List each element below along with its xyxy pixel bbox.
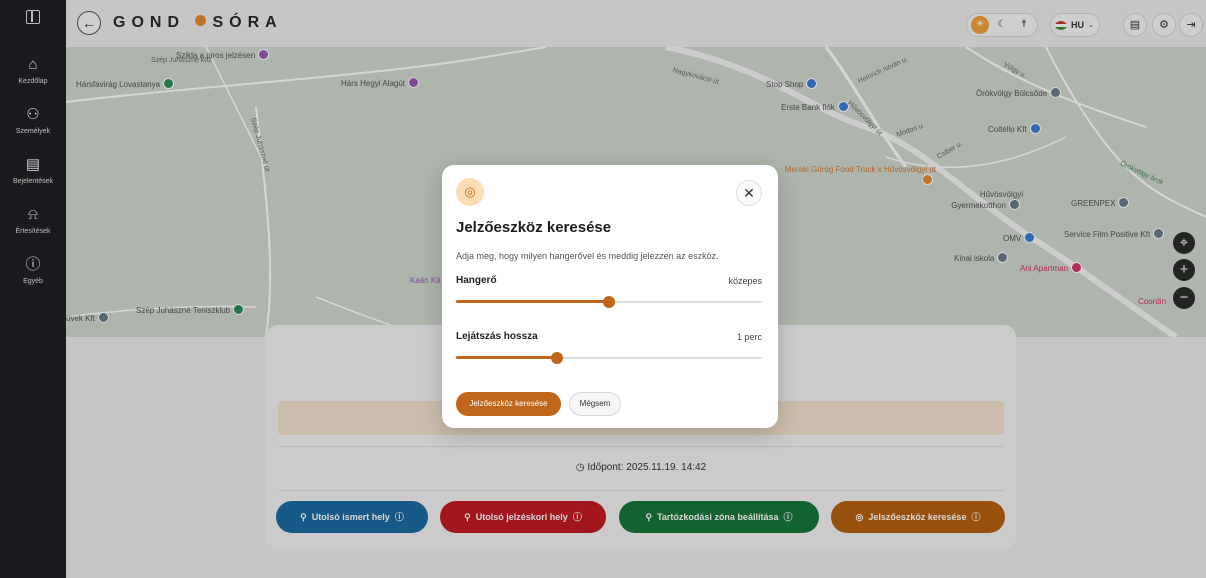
dialog-title: Jelzőeszköz keresése [456, 219, 612, 236]
dialog-description: Adja meg, hogy milyen hangerővel és medd… [456, 251, 719, 261]
volume-label: Hangerő [456, 275, 497, 286]
slider-fill [456, 300, 609, 303]
volume-value: közepes [728, 276, 762, 286]
find-device-confirm-button[interactable]: Jelzőeszköz keresése [456, 392, 561, 416]
duration-label: Lejátszás hossza [456, 331, 538, 342]
sound-icon: ◎ [456, 178, 484, 206]
close-icon: ✕ [743, 185, 755, 201]
cancel-button[interactable]: Mégsem [569, 392, 621, 416]
find-device-dialog: ◎ ✕ Jelzőeszköz keresése Adja meg, hogy … [442, 165, 778, 428]
close-button[interactable]: ✕ [736, 180, 762, 206]
app-root: Szikla a piros jelzésen Hárs Hegyi Alagú… [0, 0, 1206, 578]
slider-fill [456, 356, 557, 359]
slider-thumb[interactable] [550, 352, 563, 364]
volume-slider[interactable] [456, 296, 762, 308]
duration-slider[interactable] [456, 352, 762, 364]
slider-thumb[interactable] [603, 296, 615, 308]
duration-value: 1 perc [736, 332, 762, 342]
